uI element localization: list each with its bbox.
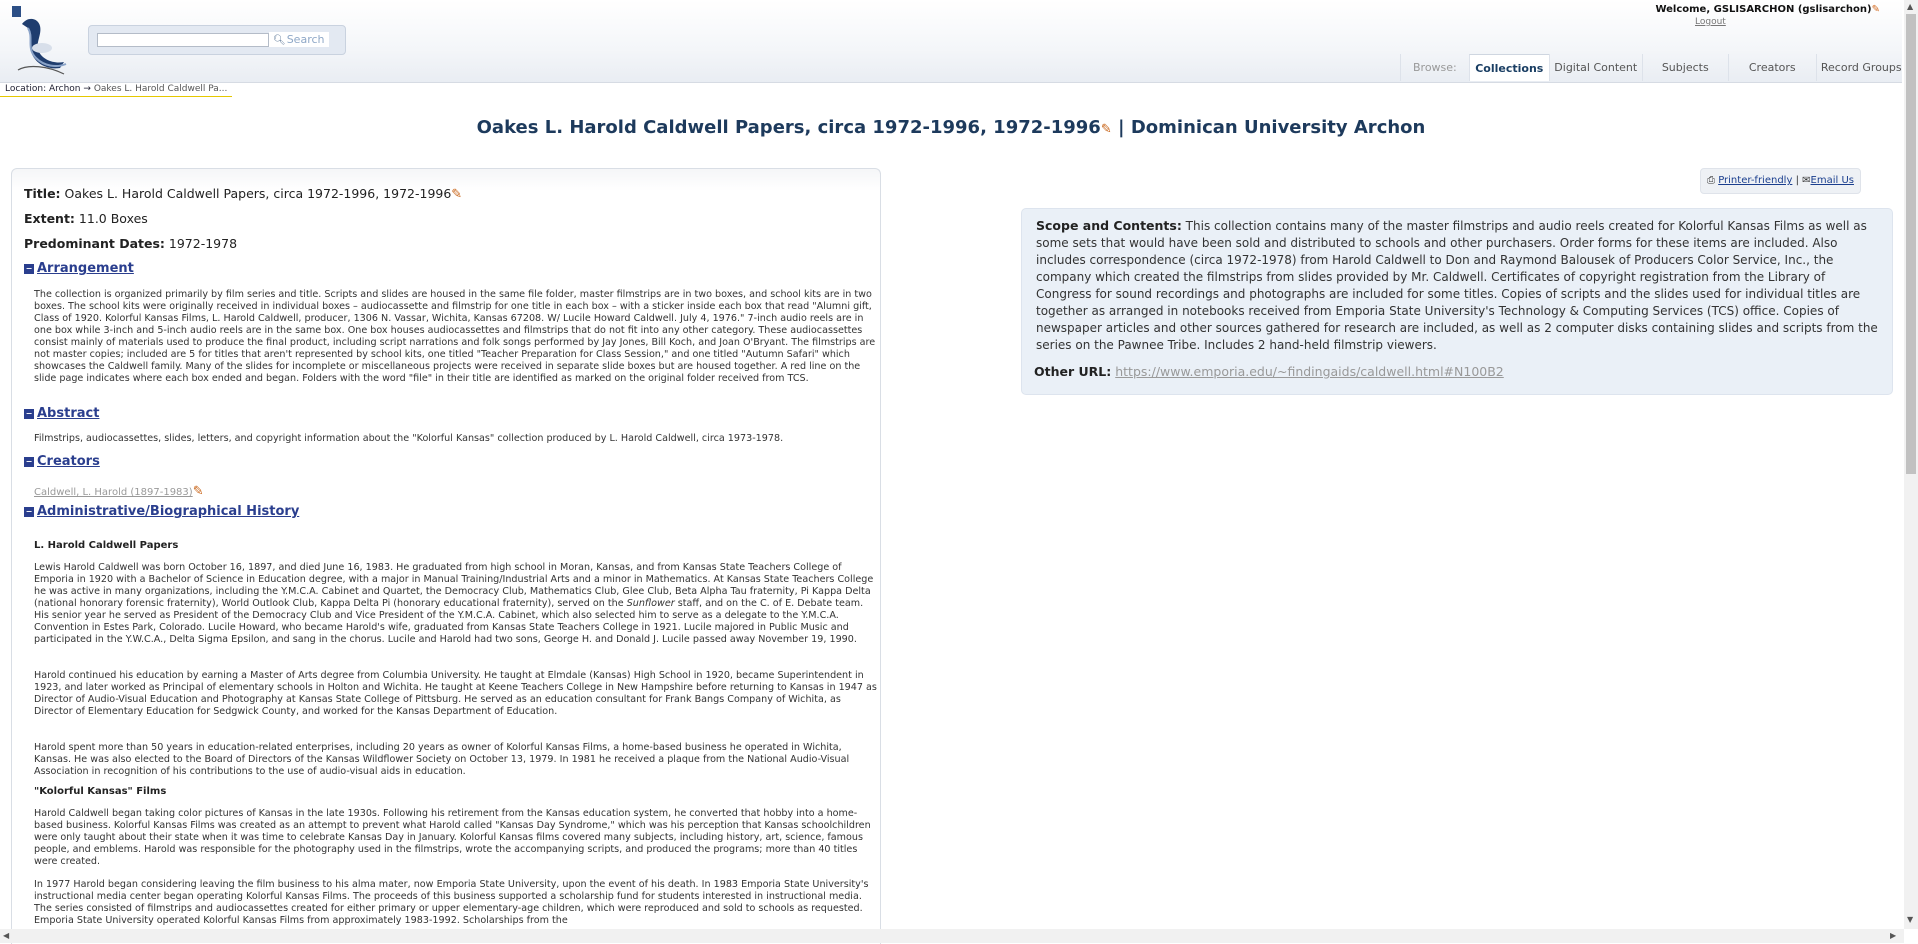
history-paragraph-5: In 1977 Harold began considering leaving… — [34, 879, 869, 926]
welcome-text: Welcome, GSLISARCHON (gslisarchon)✎ — [1655, 4, 1880, 15]
scroll-up-icon[interactable]: ▲ — [1907, 2, 1913, 11]
title-field: Title: Oakes L. Harold Caldwell Papers, … — [24, 186, 462, 202]
arrangement-heading[interactable]: − Arrangement — [24, 261, 134, 276]
tab-digital-content[interactable]: Digital Content — [1548, 54, 1642, 81]
logout-link[interactable]: Logout — [1695, 17, 1726, 27]
collapse-icon[interactable]: − — [24, 264, 34, 274]
printer-friendly-link[interactable]: Printer-friendly — [1718, 175, 1792, 186]
horizontal-scrollbar[interactable]: ◀ ▶ — [0, 929, 1904, 943]
scope-body: This collection contains many of the mas… — [1036, 219, 1878, 352]
collection-details-panel: Title: Oakes L. Harold Caldwell Papers, … — [11, 168, 881, 944]
archon-logo-icon[interactable] — [8, 4, 70, 78]
edit-pencil-icon[interactable]: ✎ — [451, 187, 462, 202]
scope-and-contents-box: Scope and Contents: This collection cont… — [1021, 208, 1893, 395]
search-input[interactable] — [97, 33, 269, 47]
browse-label: Browse: — [1400, 54, 1469, 81]
dates-value: 1972-1978 — [168, 236, 238, 251]
creators-heading-label: Creators — [37, 454, 100, 469]
extent-label: Extent: — [24, 211, 75, 226]
scope-text: Scope and Contents: This collection cont… — [1036, 217, 1881, 354]
history-heading-label: Administrative/Biographical History — [37, 504, 300, 519]
title-value: Oakes L. Harold Caldwell Papers, circa 1… — [64, 186, 452, 201]
arrangement-text: The collection is organized primarily by… — [34, 289, 876, 384]
abstract-heading[interactable]: − Abstract — [24, 406, 99, 421]
collapse-icon[interactable]: − — [24, 409, 34, 419]
email-us-link[interactable]: Email Us — [1811, 175, 1854, 186]
extent-field: Extent: 11.0 Boxes — [24, 211, 148, 226]
edit-pencil-icon[interactable]: ✎ — [193, 484, 204, 499]
collapse-icon[interactable]: − — [24, 457, 34, 467]
history-paragraph-2: Harold continued his education by earnin… — [34, 670, 877, 717]
other-url-label: Other URL: — [1034, 364, 1112, 379]
search-button[interactable]: 🔍︎Search — [269, 32, 329, 47]
other-url-link[interactable]: https://www.emporia.edu/~findingaids/cal… — [1115, 364, 1504, 379]
extent-value: 11.0 Boxes — [78, 211, 148, 226]
tab-creators[interactable]: Creators — [1727, 54, 1816, 81]
scope-label: Scope and Contents: — [1036, 218, 1182, 233]
tools-separator: | — [1795, 175, 1799, 186]
tab-collections[interactable]: Collections — [1468, 54, 1549, 81]
scroll-left-icon[interactable]: ◀ — [3, 931, 9, 940]
page-title: Oakes L. Harold Caldwell Papers, circa 1… — [0, 117, 1902, 138]
magnifier-icon: 🔍︎ — [273, 35, 286, 46]
edit-pencil-icon[interactable]: ✎ — [1872, 4, 1880, 15]
other-url-row: Other URL: https://www.emporia.edu/~find… — [1034, 364, 1504, 379]
header: 🔍︎Search Welcome, GSLISARCHON (gslisarch… — [0, 0, 1902, 83]
abstract-heading-label: Abstract — [37, 406, 100, 421]
page-title-suffix: | Dominican University Archon — [1111, 117, 1426, 138]
dates-label: Predominant Dates: — [24, 236, 165, 251]
history-paragraph-1: Lewis Harold Caldwell was born October 1… — [34, 562, 879, 646]
email-icon[interactable]: ✉ — [1802, 175, 1810, 186]
search-button-label: Search — [286, 33, 325, 46]
tab-subjects[interactable]: Subjects — [1641, 54, 1728, 81]
creator-row: Caldwell, L. Harold (1897-1983)✎ — [34, 480, 204, 499]
page-title-main: Oakes L. Harold Caldwell Papers, circa 1… — [476, 117, 1101, 138]
printer-icon[interactable]: ⎙ — [1707, 175, 1715, 186]
browse-nav: Browse: Collections Digital Content Subj… — [1400, 54, 1906, 81]
breadcrumb-current[interactable]: Oakes L. Harold Caldwell Pa... — [94, 84, 228, 94]
history-paragraph-3: Harold spent more than 50 years in educa… — [34, 742, 850, 777]
scroll-down-icon[interactable]: ▼ — [1907, 915, 1913, 924]
history-heading[interactable]: − Administrative/Biographical History — [24, 504, 299, 519]
title-label: Title: — [24, 186, 61, 201]
abstract-text: Filmstrips, audiocassettes, slides, lett… — [34, 433, 784, 444]
search-box: 🔍︎Search — [88, 25, 346, 55]
history-paragraph-4: Harold Caldwell began taking color pictu… — [34, 808, 871, 867]
history-p1-italic: Sunflower — [626, 598, 675, 609]
history-subheading-papers: L. Harold Caldwell Papers — [34, 540, 179, 551]
creator-link[interactable]: Caldwell, L. Harold (1897-1983) — [34, 487, 193, 498]
breadcrumb-label: Location: — [5, 84, 47, 94]
dates-field: Predominant Dates: 1972-1978 — [24, 236, 237, 251]
breadcrumb-root[interactable]: Archon — [49, 84, 81, 94]
history-subheading-films: "Kolorful Kansas" Films — [34, 786, 167, 797]
tab-record-groups[interactable]: Record Groups — [1815, 54, 1906, 81]
breadcrumb: Location: Archon → Oakes L. Harold Caldw… — [0, 82, 233, 97]
scroll-right-icon[interactable]: ▶ — [1890, 931, 1896, 940]
creators-heading[interactable]: − Creators — [24, 454, 100, 469]
collapse-icon[interactable]: − — [24, 507, 34, 517]
vertical-scrollbar[interactable]: ▲ ▼ — [1904, 0, 1918, 929]
vertical-scroll-thumb[interactable] — [1906, 14, 1916, 474]
breadcrumb-arrow-icon: → — [83, 84, 91, 94]
page-tools: ⎙ Printer-friendly | ✉Email Us — [1700, 168, 1861, 194]
arrangement-heading-label: Arrangement — [37, 261, 134, 276]
welcome-label: Welcome, GSLISARCHON (gslisarchon) — [1655, 4, 1872, 15]
edit-pencil-icon[interactable]: ✎ — [1101, 122, 1112, 137]
